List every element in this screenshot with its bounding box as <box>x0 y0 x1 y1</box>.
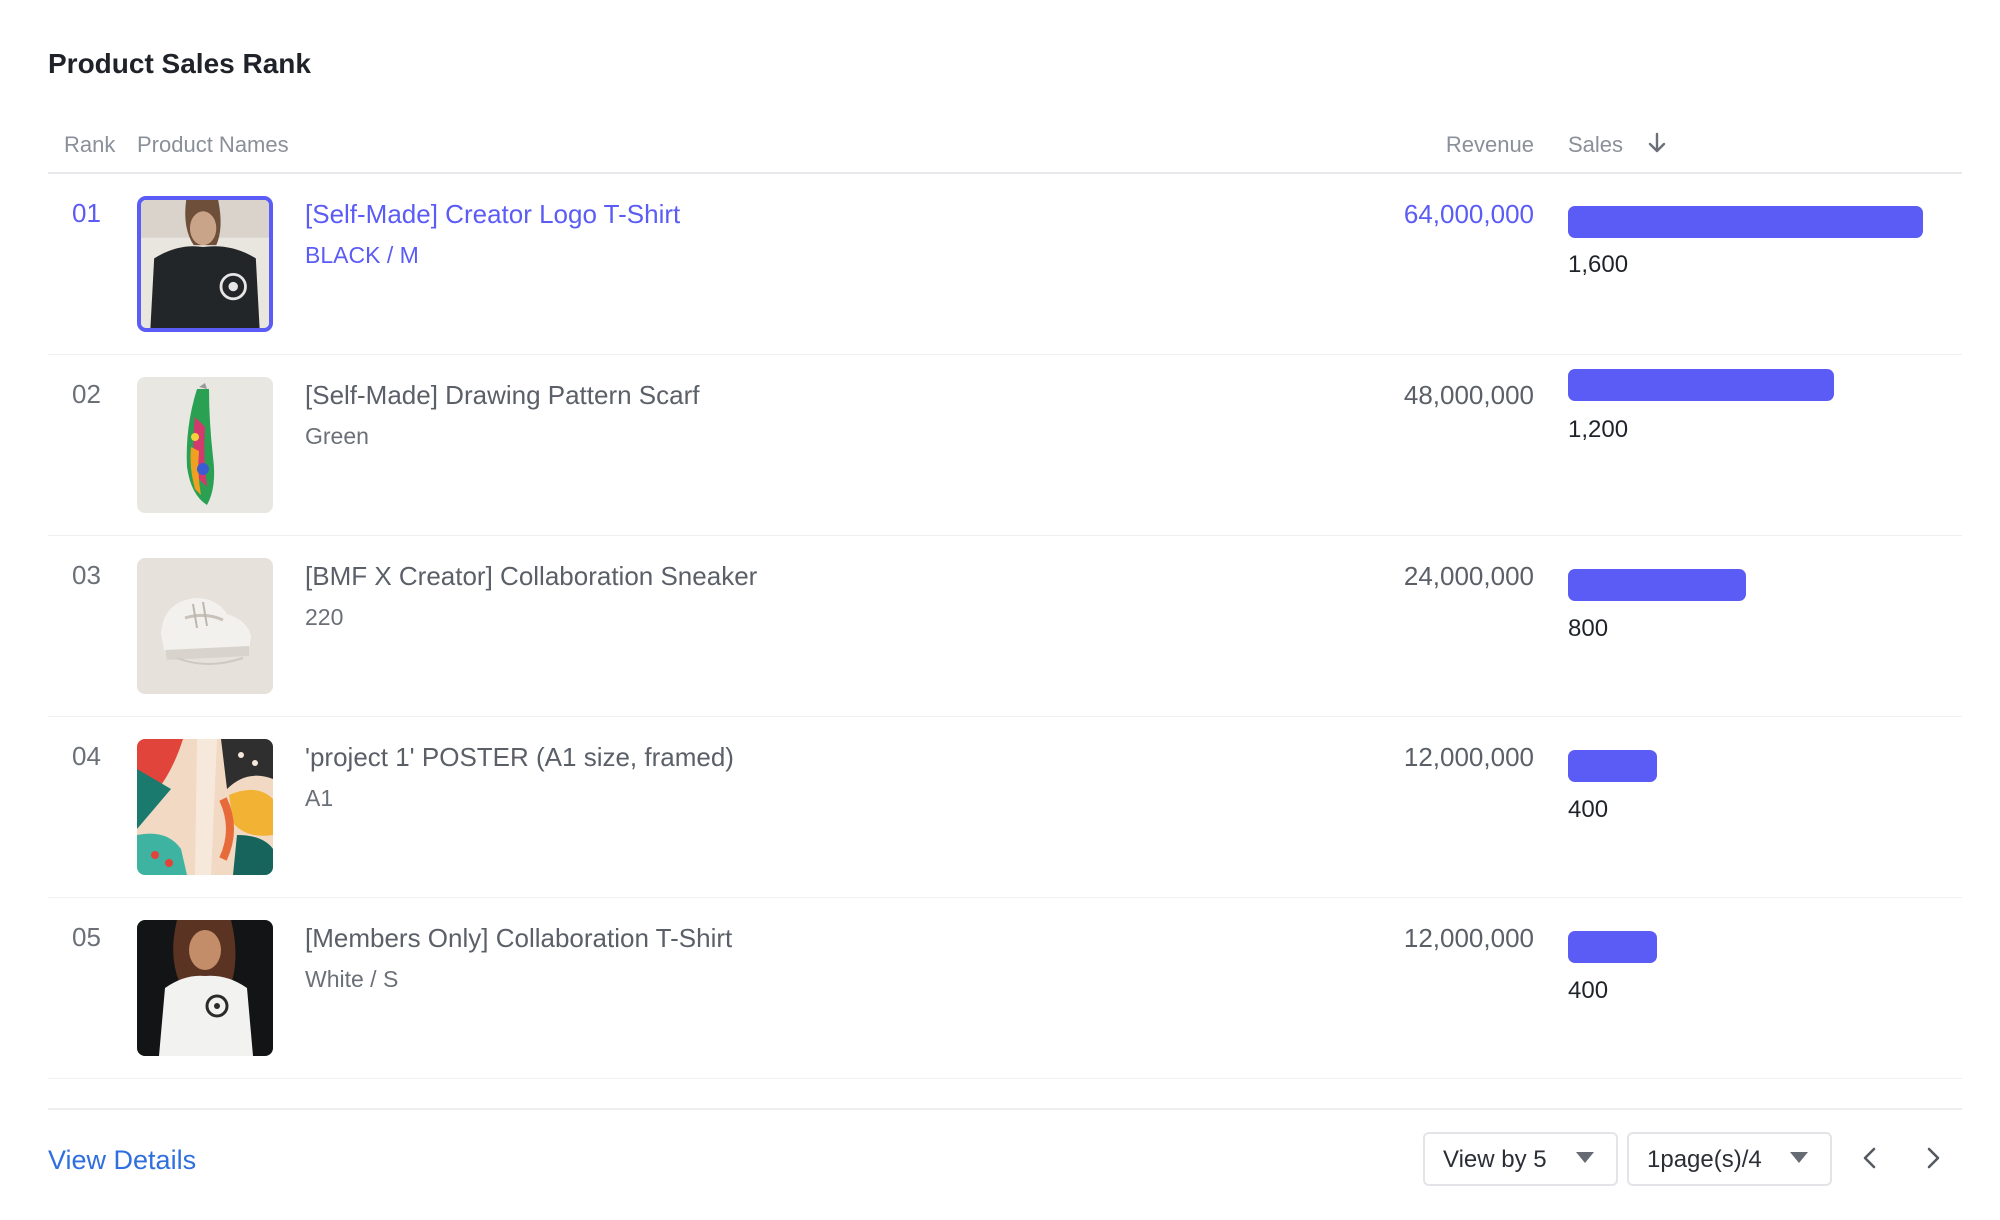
white-sneaker-photo[interactable] <box>137 558 273 694</box>
product-name-link[interactable]: 'project 1' POSTER (A1 size, framed) <box>305 742 734 773</box>
chevron-right-icon[interactable] <box>1913 1138 1953 1178</box>
column-header-product-names: Product Names <box>137 132 289 157</box>
table-header: Rank Product Names Revenue Sales <box>48 120 1962 174</box>
chevron-left-icon[interactable] <box>1850 1138 1890 1178</box>
caret-down-icon <box>1576 1152 1594 1163</box>
card-title: Product Sales Rank <box>48 48 311 79</box>
column-header-rank: Rank <box>64 132 116 157</box>
product-name-link[interactable]: [BMF X Creator] Collaboration Sneaker <box>305 561 757 592</box>
table-row[interactable]: 01 [Self-Made] Creator Logo T-Shirt BLAC… <box>48 174 1962 355</box>
page-select[interactable]: 1page(s)/4 <box>1627 1132 1832 1186</box>
footer-divider <box>48 1108 1962 1110</box>
column-header-revenue: Revenue <box>1445 132 1534 157</box>
table-row[interactable]: 05 [Members Only] Collaboration T-Shirt … <box>48 898 1962 1079</box>
revenue-value: 64,000,000 <box>1403 199 1534 229</box>
arrow-down-icon[interactable] <box>1644 130 1670 156</box>
view-by-select[interactable]: View by 5 <box>1423 1132 1618 1186</box>
sales-rank-table: Rank Product Names Revenue Sales 01 [Sel… <box>48 120 1962 1079</box>
caret-down-icon <box>1790 1152 1808 1163</box>
sales-bar <box>1568 931 1657 963</box>
sales-bar <box>1568 569 1746 601</box>
sales-value: 400 <box>1568 796 1609 823</box>
product-name-link[interactable]: [Self-Made] Creator Logo T-Shirt <box>305 199 680 230</box>
revenue-value: 48,000,000 <box>1403 380 1534 410</box>
white-tshirt-photo[interactable] <box>137 920 273 1056</box>
rank-number: 02 <box>72 379 101 409</box>
product-option: Green <box>305 423 369 449</box>
product-name-link[interactable]: [Self-Made] Drawing Pattern Scarf <box>305 380 700 411</box>
sales-bar <box>1568 750 1657 782</box>
sales-value: 400 <box>1568 977 1609 1004</box>
table-row[interactable]: 03 [BMF X Creator] Collaboration Sneaker… <box>48 536 1962 717</box>
product-name-link[interactable]: [Members Only] Collaboration T-Shirt <box>305 923 732 954</box>
sales-value: 1,200 <box>1568 416 1629 443</box>
pattern-scarf-photo[interactable] <box>137 377 273 513</box>
sales-value: 800 <box>1568 615 1609 642</box>
revenue-value: 24,000,000 <box>1403 561 1534 591</box>
product-option: A1 <box>305 785 334 811</box>
rank-number: 05 <box>72 922 101 952</box>
rank-number: 01 <box>72 198 101 228</box>
view-by-value: View by 5 <box>1443 1146 1547 1173</box>
page-value: 1page(s)/4 <box>1647 1146 1762 1173</box>
rank-number: 03 <box>72 560 101 590</box>
revenue-value: 12,000,000 <box>1403 742 1534 772</box>
black-tshirt-photo[interactable] <box>137 196 273 332</box>
table-row[interactable]: 02 [Self-Made] Drawing Pattern Scarf Gre… <box>48 355 1962 536</box>
rank-number: 04 <box>72 741 101 771</box>
abstract-poster-photo[interactable] <box>137 739 273 875</box>
sales-value: 1,600 <box>1568 251 1629 278</box>
sales-bar <box>1568 369 1834 401</box>
view-details-link[interactable]: View Details <box>48 1145 196 1176</box>
product-option: White / S <box>305 966 399 992</box>
sales-bar <box>1568 206 1923 238</box>
column-header-sales[interactable]: Sales <box>1568 132 1623 158</box>
table-row[interactable]: 04 'project 1' POSTER (A1 size, framed) … <box>48 717 1962 898</box>
revenue-value: 12,000,000 <box>1403 923 1534 953</box>
product-sales-rank-card: Product Sales Rank Rank Product Names Re… <box>0 0 2000 1220</box>
product-option: BLACK / M <box>305 242 419 268</box>
product-option: 220 <box>305 604 344 630</box>
